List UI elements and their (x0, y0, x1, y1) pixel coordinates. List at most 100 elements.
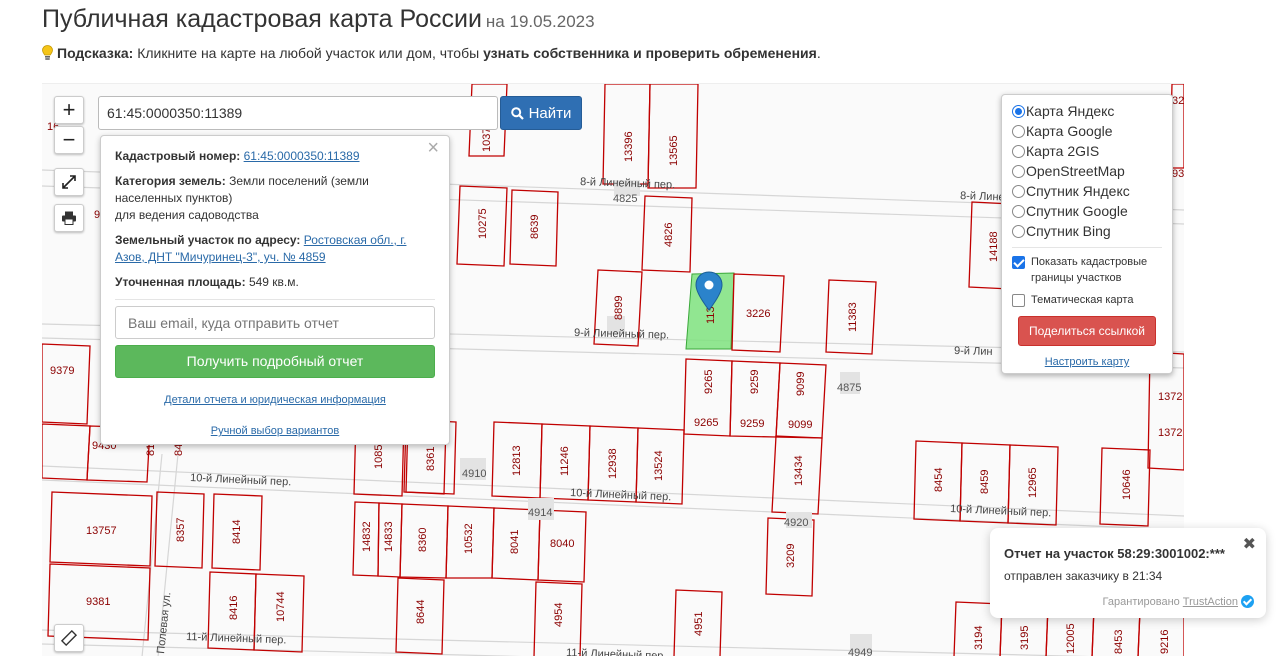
radio-icon[interactable] (1012, 224, 1025, 238)
layer-option-sat-google[interactable]: Спутник Google (1012, 201, 1162, 221)
plot-number: 9216 (1159, 630, 1171, 654)
plot-number: 8360 (417, 528, 429, 552)
layer-option-osm[interactable]: OpenStreetMap (1012, 161, 1162, 181)
layer-option-sat-yandex[interactable]: Спутник Яндекс (1012, 181, 1162, 201)
street-name: 10-й Линейный пер. (570, 487, 672, 503)
plot-number: 12965 (1027, 467, 1039, 498)
house-number: 4920 (784, 517, 808, 529)
notification-footer: Гарантировано TrustAction (1103, 595, 1254, 608)
area-label: Уточненная площадь: (115, 275, 246, 289)
house-number: 4914 (528, 507, 552, 519)
cad-number-link[interactable]: 61:45:0000350:11389 (244, 149, 360, 163)
radio-icon[interactable] (1012, 164, 1025, 178)
hint-label: Подсказка: (57, 45, 134, 61)
plot-number: 8040 (550, 538, 574, 550)
plot-number: 14188 (988, 231, 1000, 262)
ruler-button[interactable] (54, 624, 84, 652)
find-button[interactable]: Найти (500, 96, 582, 130)
manual-select-link[interactable]: Ручной выбор вариантов (115, 423, 435, 440)
radio-icon[interactable] (1012, 144, 1025, 158)
thematic-map-toggle[interactable]: Тематическая карта (1012, 292, 1162, 308)
address-label: Земельный участок по адресу: (115, 233, 301, 247)
cad-number-row: Кадастровый номер: 61:45:0000350:11389 (115, 148, 435, 165)
hint-text: Кликните на карте на любой участок или д… (137, 45, 480, 61)
plot-number: 8416 (228, 596, 240, 620)
plot-number: 8644 (415, 600, 427, 624)
plot-number: 8041 (509, 530, 521, 554)
show-borders-toggle[interactable]: Показать кадастровые границы участков (1012, 254, 1162, 286)
plot-number: 1372 (1158, 427, 1182, 439)
print-button[interactable] (54, 204, 84, 232)
fullscreen-button[interactable] (54, 168, 84, 196)
layer-label: Карта Google (1026, 123, 1113, 139)
layer-option-yandex[interactable]: Карта Яндекс (1012, 101, 1162, 121)
plot-number: 4826 (663, 223, 675, 247)
plot-number: 12813 (511, 445, 523, 476)
house-number: 4910 (462, 468, 486, 480)
house-number: 4825 (613, 193, 637, 205)
address-row: Земельный участок по адресу: Ростовская … (115, 232, 435, 266)
ruler-icon (61, 630, 77, 646)
zoom-out-button[interactable]: − (54, 126, 84, 154)
layer-label: Спутник Яндекс (1026, 183, 1130, 199)
guarantee-label: Гарантировано (1102, 595, 1180, 608)
radio-icon[interactable] (1012, 124, 1025, 138)
layer-option-2gis[interactable]: Карта 2GIS (1012, 141, 1162, 161)
plot-number: 8459 (979, 470, 991, 494)
expand-icon (62, 175, 76, 189)
checkbox-icon[interactable] (1012, 294, 1025, 307)
divider (115, 299, 435, 300)
configure-map-link[interactable]: Настроить карту (1012, 356, 1162, 368)
checkbox-checked-icon[interactable] (1012, 256, 1025, 269)
plot-number: 9099 (795, 372, 807, 396)
layer-label: Карта 2GIS (1026, 143, 1100, 159)
plot-number: 10646 (1121, 469, 1133, 500)
trustaction-link[interactable]: TrustAction (1183, 596, 1238, 608)
plot-number: 13757 (86, 525, 117, 537)
verified-icon (1241, 595, 1254, 608)
plot-number: 1372 (1158, 391, 1182, 403)
hint-tail: . (816, 45, 821, 61)
zoom-in-button[interactable]: + (54, 96, 84, 124)
plot-number: 84 (173, 444, 185, 456)
radio-icon[interactable] (1012, 204, 1025, 218)
cadastral-search-input[interactable] (98, 96, 498, 130)
email-field[interactable] (115, 306, 435, 339)
hint-line: Подсказка: Кликните на карте на любой уч… (42, 45, 821, 61)
report-details-link[interactable]: Детали отчета и юридическая информация (115, 392, 435, 409)
plot-number: 3209 (785, 544, 797, 568)
share-link-button[interactable]: Поделиться ссылкой (1018, 316, 1156, 346)
divider (1012, 247, 1162, 248)
plot-number: 13396 (623, 131, 635, 162)
lightbulb-icon (42, 45, 53, 60)
close-icon[interactable]: ✖ (1243, 534, 1256, 554)
house-number: 4949 (848, 647, 872, 656)
plot-number: 13434 (793, 455, 805, 486)
layer-option-sat-bing[interactable]: Спутник Bing (1012, 221, 1162, 241)
plot-number: 14832 (361, 521, 373, 552)
page-title-text: Публичная кадастровая карта России (42, 5, 482, 33)
category-purpose: для ведения садоводства (115, 208, 259, 222)
radio-selected-icon[interactable] (1012, 104, 1025, 118)
find-button-label: Найти (528, 104, 572, 122)
plot-number: 4954 (553, 603, 565, 627)
plot-number: 8453 (1113, 630, 1125, 654)
plot-number: 9259 (740, 418, 764, 430)
category-label: Категория земель: (115, 174, 226, 188)
show-borders-label: Показать кадастровые границы участков (1031, 256, 1148, 284)
plot-number: 12005 (1065, 623, 1077, 654)
street-name: 8-й Лине (960, 190, 1005, 204)
layer-option-google[interactable]: Карта Google (1012, 121, 1162, 141)
plot-number: 8361 (425, 447, 437, 471)
notification-subtitle: отправлен заказчику в 21:34 (1004, 569, 1163, 583)
plot-number: 13524 (653, 450, 665, 481)
street-name: 11-й Линейный пер. (186, 631, 287, 646)
plot-number: 8454 (933, 468, 945, 492)
plot-number: 3195 (1019, 626, 1031, 650)
plot-number: 9259 (749, 370, 761, 394)
get-report-button[interactable]: Получить подробный отчет (115, 345, 435, 378)
close-icon[interactable]: × (427, 138, 439, 158)
plot-number: 9381 (86, 596, 110, 608)
plot-number: 93 (1172, 168, 1184, 180)
radio-icon[interactable] (1012, 184, 1025, 198)
